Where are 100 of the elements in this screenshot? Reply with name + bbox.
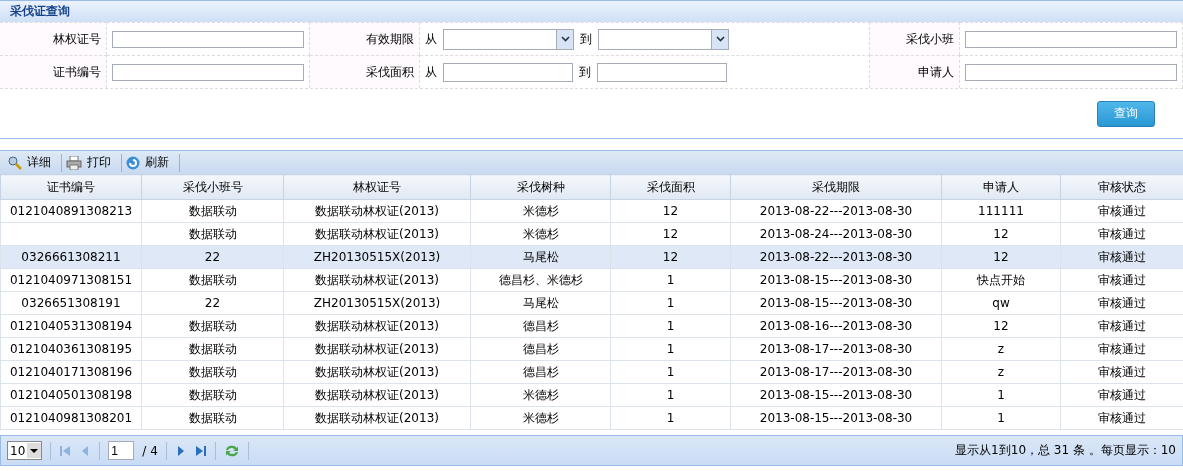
field-label: 采伐小班	[906, 30, 954, 48]
table-cell: 数据联动林权证(2013)	[315, 364, 439, 379]
table-cell: 12	[993, 319, 1009, 333]
table-cell: 数据联动林权证(2013)	[315, 226, 439, 241]
range-label: 到	[580, 30, 592, 48]
column-header[interactable]: 审核状态	[1060, 174, 1183, 200]
table-cell: 12	[662, 204, 679, 218]
table-cell: 德昌杉	[522, 364, 559, 379]
table-cell: 数据联动	[188, 410, 237, 425]
table-cell: 德昌杉、米德杉	[498, 272, 583, 287]
toolbar-button[interactable]: 刷新	[122, 153, 180, 172]
table-cell: 审核通过	[1098, 203, 1146, 218]
table-cell: z	[997, 365, 1005, 379]
column-header[interactable]: 采伐面积	[610, 174, 731, 200]
field-label: 证书编号	[53, 63, 101, 81]
dropdown-field[interactable]	[443, 28, 574, 50]
first-page-icon[interactable]	[59, 444, 72, 457]
caret-icon	[560, 36, 570, 42]
table-row[interactable]: 0121040971308151 数据联动 数据联动林权证(2013) 德昌杉、米德杉 1 2013-08-15---2013-08-30 快点开始 审核通过	[0, 268, 1183, 292]
table-cell: 2013-08-22---2013-08-30	[759, 250, 913, 264]
table-row[interactable]: 0121040501308198 数据联动 数据联动林权证(2013) 米德杉 1 2013-08-15---2013-08-30 1 审核通过	[0, 383, 1183, 407]
table-cell: 0121040891308213	[9, 204, 133, 218]
table-cell: 审核通过	[1098, 318, 1146, 333]
table-cell: 数据联动	[188, 226, 237, 241]
column-header[interactable]: 林权证号	[283, 174, 471, 200]
table-cell: 德昌杉	[522, 318, 559, 333]
table-cell: 12	[662, 250, 679, 264]
table-cell: 审核通过	[1098, 341, 1146, 356]
table-cell: 数据联动	[188, 387, 237, 402]
table-cell: 数据联动	[188, 272, 237, 287]
table-cell: 数据联动林权证(2013)	[315, 410, 439, 425]
table-cell: 0326661308211	[21, 250, 121, 264]
input-field[interactable]	[443, 62, 573, 82]
table-row[interactable]: 0121040981308201 数据联动 数据联动林权证(2013) 米德杉 1 2013-08-15---2013-08-30 1 审核通过	[0, 406, 1183, 430]
field-label: 有效期限	[366, 30, 414, 48]
table-cell: 0121040361308195	[9, 342, 133, 356]
table-row[interactable]: 0121040531308194 数据联动 数据联动林权证(2013) 德昌杉 1 2013-08-16---2013-08-30 12 审核通过	[0, 314, 1183, 338]
column-header[interactable]: 证书编号	[0, 174, 142, 200]
panel-title: 采伐证查询	[0, 0, 1183, 22]
page-size-select[interactable]: 10	[7, 441, 43, 460]
table-cell: 2013-08-17---2013-08-30	[759, 342, 913, 356]
table-cell: z	[997, 342, 1005, 356]
page-count: / 4	[142, 443, 158, 458]
table-cell: 快点开始	[977, 272, 1025, 287]
column-header[interactable]: 采伐期限	[730, 174, 942, 200]
input-field[interactable]	[965, 30, 1177, 48]
column-header[interactable]: 采伐小班号	[141, 174, 284, 200]
table-cell: 审核通过	[1098, 249, 1146, 264]
table-cell: 1	[666, 365, 675, 379]
table-cell: 米德杉	[522, 387, 559, 402]
table-row[interactable]: 0121040361308195 数据联动 数据联动林权证(2013) 德昌杉 1 2013-08-17---2013-08-30 z 审核通过	[0, 337, 1183, 361]
table-row[interactable]: 数据联动 数据联动林权证(2013) 米德杉 12 2013-08-24---2013-08-30 12 审核通过	[0, 222, 1183, 246]
table-cell: 2013-08-17---2013-08-30	[759, 365, 913, 379]
table-cell: 0121040171308196	[9, 365, 133, 379]
dropdown-field[interactable]	[598, 28, 729, 50]
refresh-icon[interactable]	[223, 443, 240, 458]
pagination-summary: 显示从1到10，总 31 条 。每页显示：10	[955, 442, 1176, 459]
table-cell: 1	[997, 411, 1005, 425]
caret-icon	[27, 443, 42, 458]
table-row[interactable]: 0326661308211 22 ZH20130515X(2013) 马尾松 12 2013-08-22---2013-08-30 12 审核通过	[0, 245, 1183, 269]
table-row[interactable]: 0121040171308196 数据联动 数据联动林权证(2013) 德昌杉 1 2013-08-17---2013-08-30 z 审核通过	[0, 360, 1183, 384]
table-cell: 德昌杉	[522, 341, 559, 356]
toolbar-button[interactable]: 打印	[62, 153, 122, 172]
table-cell: 2013-08-15---2013-08-30	[759, 411, 913, 425]
table-cell: 2013-08-16---2013-08-30	[759, 319, 913, 333]
table-cell: 米德杉	[522, 226, 559, 241]
table-cell: 2013-08-22---2013-08-30	[759, 204, 913, 218]
table-cell: 22	[204, 296, 221, 310]
range-label: 从	[425, 63, 437, 81]
table-cell: 1	[666, 296, 675, 310]
toolbar-button[interactable]: 详细	[4, 153, 62, 172]
table-row[interactable]: 0121040891308213 数据联动 数据联动林权证(2013) 米德杉 12 2013-08-22---2013-08-30 111111 审核通过	[0, 199, 1183, 223]
column-header[interactable]: 申请人	[941, 174, 1061, 200]
table-cell: 0121040531308194	[9, 319, 133, 333]
table-cell: 数据联动	[188, 318, 237, 333]
last-page-icon[interactable]	[194, 444, 207, 457]
table-cell: 2013-08-15---2013-08-30	[759, 388, 913, 402]
table-cell: qw	[992, 296, 1010, 310]
table-cell: 数据联动	[188, 203, 237, 218]
table-cell: 审核通过	[1098, 387, 1146, 402]
table-cell: 审核通过	[1098, 272, 1146, 287]
table-cell: 审核通过	[1098, 410, 1146, 425]
input-field[interactable]	[112, 63, 304, 81]
field-label: 林权证号	[53, 30, 101, 48]
table-cell: 111111	[978, 204, 1024, 218]
table-cell: 1	[666, 388, 675, 402]
refresh-icon	[126, 155, 140, 170]
column-header[interactable]: 采伐树种	[470, 174, 611, 200]
input-field[interactable]	[112, 30, 304, 48]
table-cell: 0326651308191	[21, 296, 121, 310]
table-cell: 米德杉	[522, 410, 559, 425]
table-cell: 米德杉	[522, 203, 559, 218]
caret-icon	[715, 36, 725, 42]
range-label: 从	[425, 30, 437, 48]
input-field[interactable]	[965, 63, 1177, 81]
page-input[interactable]: 1	[108, 441, 135, 460]
input-field[interactable]	[597, 62, 727, 82]
table-row[interactable]: 0326651308191 22 ZH20130515X(2013) 马尾松 1 2013-08-15---2013-08-30 qw 审核通过	[0, 291, 1183, 315]
table-cell: 12	[662, 227, 679, 241]
table-cell: 1	[997, 388, 1005, 402]
